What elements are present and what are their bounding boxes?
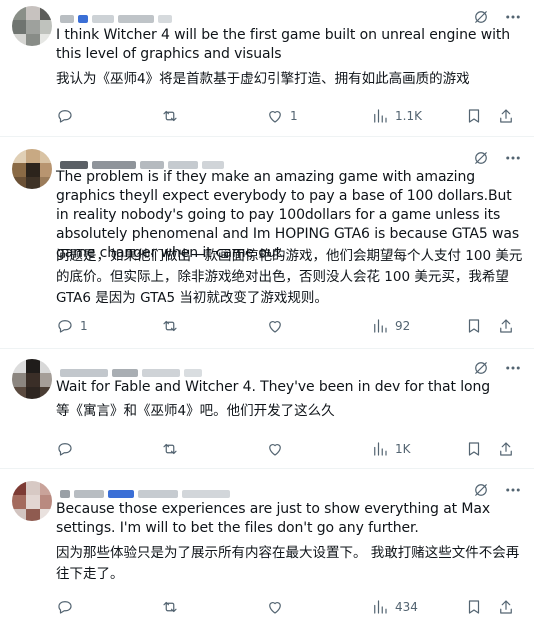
- user-name-redacted[interactable]: [60, 487, 230, 501]
- views-icon: [371, 107, 389, 125]
- avatar[interactable]: [12, 359, 52, 399]
- views-count: 1K: [395, 442, 411, 456]
- like-icon: [266, 440, 284, 458]
- tweet-text: I think Witcher 4 will be the first game…: [56, 27, 511, 62]
- grok-icon[interactable]: [472, 481, 490, 499]
- like-button[interactable]: [266, 440, 371, 458]
- views-button[interactable]: 434: [371, 598, 465, 616]
- share-icon[interactable]: [497, 598, 515, 616]
- reply-icon: [56, 598, 74, 616]
- translated-text: 问题是，如果他们做出一款画面惊艳的游戏，他们会期望每个人支付 100 美元的底价…: [56, 248, 523, 306]
- repost-button[interactable]: [161, 107, 266, 125]
- bookmark-icon[interactable]: [465, 317, 483, 335]
- avatar[interactable]: [12, 149, 52, 189]
- views-icon: [371, 440, 389, 458]
- repost-icon: [161, 440, 179, 458]
- bookmark-icon[interactable]: [465, 440, 483, 458]
- repost-icon: [161, 598, 179, 616]
- like-button[interactable]: [266, 598, 371, 616]
- reply-icon: [56, 317, 74, 335]
- share-icon[interactable]: [497, 440, 515, 458]
- avatar[interactable]: [12, 481, 52, 521]
- reply-count: 1: [80, 319, 88, 333]
- reply-button[interactable]: [56, 598, 161, 616]
- like-button[interactable]: [266, 317, 371, 335]
- translated-text: 我认为《巫师4》将是首款基于虚幻引擎打造、拥有如此高画质的游戏: [56, 71, 470, 87]
- views-icon: [371, 598, 389, 616]
- reply-button[interactable]: [56, 107, 161, 125]
- tweet-4[interactable]: Because those experiences are just to sh…: [0, 469, 534, 624]
- bookmark-icon[interactable]: [465, 598, 483, 616]
- grok-icon[interactable]: [472, 149, 490, 167]
- share-icon[interactable]: [497, 107, 515, 125]
- views-button[interactable]: 1K: [371, 440, 465, 458]
- tweet-text: Wait for Fable and Witcher 4. They've be…: [56, 379, 491, 395]
- views-count: 92: [395, 319, 411, 333]
- reply-icon: [56, 440, 74, 458]
- like-button[interactable]: 1: [266, 107, 371, 125]
- reply-icon: [56, 107, 74, 125]
- reply-button[interactable]: [56, 440, 161, 458]
- translated-text: 等《寓言》和《巫师4》吧。他们开发了这么久: [56, 403, 335, 419]
- tweet-2[interactable]: The problem is if they make an amazing g…: [0, 137, 534, 349]
- more-icon[interactable]: [504, 8, 522, 26]
- repost-icon: [161, 317, 179, 335]
- views-count: 1.1K: [395, 109, 422, 123]
- like-icon: [266, 107, 284, 125]
- avatar[interactable]: [12, 6, 52, 46]
- like-icon: [266, 598, 284, 616]
- bookmark-icon[interactable]: [465, 107, 483, 125]
- user-name-redacted[interactable]: [60, 12, 172, 26]
- tweet-text: Because those experiences are just to sh…: [56, 501, 491, 536]
- repost-button[interactable]: [161, 440, 266, 458]
- repost-button[interactable]: [161, 317, 266, 335]
- views-button[interactable]: 92: [371, 317, 465, 335]
- share-icon[interactable]: [497, 317, 515, 335]
- grok-icon[interactable]: [472, 8, 490, 26]
- grok-icon[interactable]: [472, 359, 490, 377]
- views-button[interactable]: 1.1K: [371, 107, 465, 125]
- more-icon[interactable]: [504, 149, 522, 167]
- more-icon[interactable]: [504, 481, 522, 499]
- reply-button[interactable]: 1: [56, 317, 161, 335]
- more-icon[interactable]: [504, 359, 522, 377]
- repost-icon: [161, 107, 179, 125]
- like-count: 1: [290, 109, 298, 123]
- tweet-3[interactable]: Wait for Fable and Witcher 4. They've be…: [0, 349, 534, 469]
- like-icon: [266, 317, 284, 335]
- translated-text: 因为那些体验只是为了展示所有内容在最大设置下。 我敢打赌这些文件不会再往下走了。: [56, 545, 520, 582]
- repost-button[interactable]: [161, 598, 266, 616]
- tweet-1[interactable]: I think Witcher 4 will be the first game…: [0, 0, 534, 137]
- views-count: 434: [395, 600, 418, 614]
- views-icon: [371, 317, 389, 335]
